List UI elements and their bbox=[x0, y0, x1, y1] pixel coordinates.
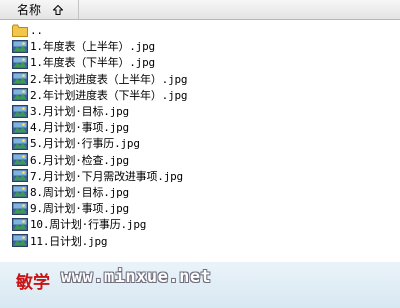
file-name: 6.月计划·检查.jpg bbox=[30, 153, 129, 167]
file-name: 9.周计划·事项.jpg bbox=[30, 202, 129, 216]
file-name: 4.月计划·事项.jpg bbox=[30, 121, 129, 135]
image-file-icon bbox=[12, 104, 28, 118]
file-row[interactable]: 8.周计划·目标.jpg bbox=[0, 184, 400, 200]
image-file-icon bbox=[12, 201, 28, 215]
file-row[interactable]: 9.周计划·事项.jpg bbox=[0, 200, 400, 216]
file-name: 5.月计划·行事历.jpg bbox=[30, 137, 140, 151]
image-file-icon bbox=[12, 234, 28, 248]
file-name: 1.年度表（下半年）.jpg bbox=[30, 56, 155, 70]
watermark-banner: 敏学 www.minxue.net bbox=[0, 262, 400, 308]
image-file-icon bbox=[12, 39, 28, 53]
watermark-url: www.minxue.net bbox=[61, 267, 212, 287]
file-name: 7.月计划·下月需改进事项.jpg bbox=[30, 169, 183, 183]
file-row[interactable]: 10.周计划·行事历.jpg bbox=[0, 216, 400, 232]
file-row[interactable]: 4.月计划·事项.jpg bbox=[0, 119, 400, 135]
image-file-icon bbox=[12, 72, 28, 86]
name-column-header[interactable]: 名称 bbox=[0, 0, 79, 19]
image-file-icon bbox=[12, 169, 28, 183]
file-name: 2.年计划进度表（上半年）.jpg bbox=[30, 72, 188, 86]
watermark-logo: 敏学 bbox=[16, 273, 50, 293]
file-name: 11.日计划.jpg bbox=[30, 234, 108, 248]
parent-folder-label: .. bbox=[30, 23, 43, 37]
file-name: 1.年度表（上半年）.jpg bbox=[30, 40, 155, 54]
name-column-label: 名称 bbox=[17, 3, 42, 17]
file-row[interactable]: 5.月计划·行事历.jpg bbox=[0, 135, 400, 151]
file-name: 8.周计划·目标.jpg bbox=[30, 185, 129, 199]
image-file-icon bbox=[12, 55, 28, 69]
image-file-icon bbox=[12, 88, 28, 102]
file-row[interactable]: 6.月计划·检查.jpg bbox=[0, 152, 400, 168]
file-row[interactable]: 3.月计划·目标.jpg bbox=[0, 103, 400, 119]
file-row[interactable]: 11.日计划.jpg bbox=[0, 232, 400, 248]
image-file-icon bbox=[12, 217, 28, 231]
image-file-icon bbox=[12, 185, 28, 199]
file-row[interactable]: 1.年度表（下半年）.jpg bbox=[0, 54, 400, 70]
image-file-icon bbox=[12, 136, 28, 150]
file-name: 3.月计划·目标.jpg bbox=[30, 105, 129, 119]
parent-folder-row[interactable]: .. bbox=[0, 22, 400, 38]
file-name: 10.周计划·行事历.jpg bbox=[30, 218, 147, 232]
folder-icon bbox=[12, 24, 28, 37]
sort-ascending-icon[interactable] bbox=[53, 4, 64, 15]
file-name: 2.年计划进度表（下半年）.jpg bbox=[30, 88, 188, 102]
image-file-icon bbox=[12, 120, 28, 134]
file-list: .. 1.年度表（上半年）.jpg 1.年度表（下半年）.jpg 2.年计划进度表（… bbox=[0, 22, 400, 249]
column-header-bar: 名称 bbox=[0, 0, 400, 20]
file-row[interactable]: 7.月计划·下月需改进事项.jpg bbox=[0, 168, 400, 184]
file-row[interactable]: 2.年计划进度表（上半年）.jpg bbox=[0, 71, 400, 87]
file-row[interactable]: 1.年度表（上半年）.jpg bbox=[0, 38, 400, 54]
image-file-icon bbox=[12, 153, 28, 167]
file-row[interactable]: 2.年计划进度表（下半年）.jpg bbox=[0, 87, 400, 103]
